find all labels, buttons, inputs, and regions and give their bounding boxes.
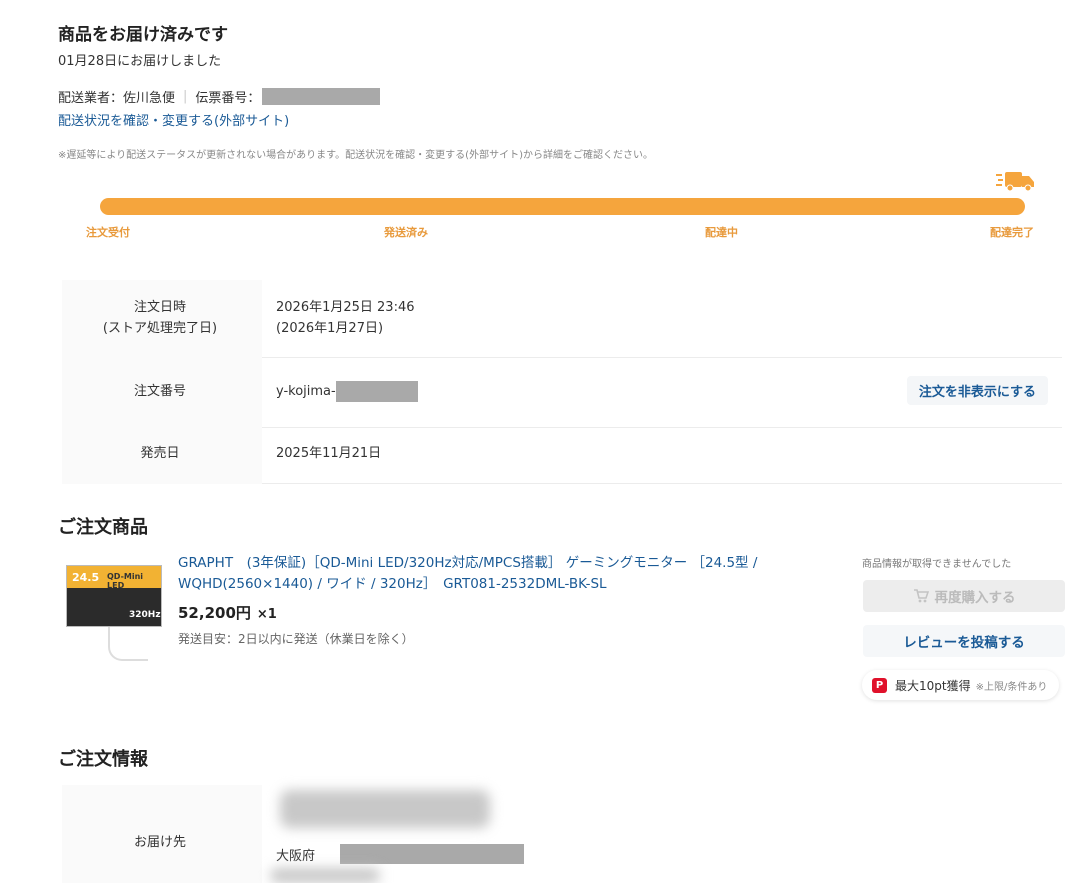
rebuy-button[interactable]: 再度購入する bbox=[863, 580, 1065, 612]
release-date-row: 発売日 2025年11月21日 bbox=[62, 428, 1062, 484]
order-date-label: 注文日時 (ストア処理完了日) bbox=[62, 297, 258, 339]
delivery-address-label: お届け先 bbox=[133, 835, 186, 850]
step-shipped: 発送済み bbox=[384, 226, 428, 239]
order-date-value: 2026年1月25日 23:46 (2026年1月27日) bbox=[276, 297, 415, 339]
tracking-notice: ※遅延等により配送ステータスが更新されない場合があります。配送状況を確認・変更す… bbox=[58, 150, 653, 161]
delivery-address-label-cell: お届け先 bbox=[62, 785, 262, 883]
delivery-progress-bar bbox=[100, 198, 1025, 215]
step-delivered: 配達完了 bbox=[990, 226, 1034, 239]
product-price: 52,200円 bbox=[178, 604, 251, 622]
delivered-date: 01月28日にお届けしました bbox=[58, 54, 222, 69]
write-review-button[interactable]: レビューを投稿する bbox=[863, 625, 1065, 657]
order-date-value-line2: (2026年1月27日) bbox=[276, 321, 384, 336]
tracking-number-redacted bbox=[262, 88, 381, 105]
truck-icon bbox=[996, 172, 1034, 192]
address-prefecture: 大阪府 bbox=[276, 849, 316, 864]
carrier-info: 配送業者：佐川急便 | 伝票番号： bbox=[58, 87, 381, 106]
separator: | bbox=[183, 89, 188, 104]
paypay-icon: P bbox=[872, 677, 887, 693]
order-info-title: ご注文情報 bbox=[58, 749, 148, 770]
step-order-received: 注文受付 bbox=[86, 226, 130, 239]
thumb-text-size: 24.5 bbox=[72, 571, 100, 584]
blurred-recipient-name bbox=[280, 790, 490, 828]
delivery-status-title: 商品をお届け済みです bbox=[58, 25, 228, 45]
thumb-text-hz: 320Hz bbox=[129, 610, 161, 620]
thumb-text-tech: QD-Mini LED bbox=[107, 572, 144, 590]
release-date-label: 発売日 bbox=[140, 446, 180, 461]
tracking-number-label: 伝票番号： bbox=[195, 91, 261, 106]
order-number-row: 注文番号 y-kojima- 注文を非表示にする bbox=[62, 358, 1062, 428]
product-quantity: ×1 bbox=[256, 607, 277, 622]
order-number-label: 注文番号 bbox=[133, 384, 186, 399]
hide-order-button[interactable]: 注文を非表示にする bbox=[906, 376, 1048, 405]
carrier-name: 配送業者：佐川急便 bbox=[58, 91, 176, 106]
points-conditions: ※上限/条件あり bbox=[975, 681, 1048, 693]
product-name-link[interactable]: GRAPHT (3年保証)［QD-Mini LED/320Hz対応/MPCS搭載… bbox=[178, 553, 842, 595]
product-image-stand bbox=[108, 627, 148, 661]
release-date-value: 2025年11月21日 bbox=[276, 446, 382, 461]
step-in-transit: 配達中 bbox=[705, 226, 738, 239]
cart-icon bbox=[913, 589, 929, 603]
blurred-address-line bbox=[270, 868, 380, 883]
product-price-line: 52,200円 ×1 bbox=[178, 602, 277, 623]
points-badge[interactable]: P 最大10pt獲得 ※上限/条件あり bbox=[862, 670, 1060, 700]
rebuy-button-label: 再度購入する bbox=[934, 590, 1016, 606]
order-date-label-line2: (ストア処理完了日) bbox=[102, 321, 218, 336]
product-image[interactable]: 24.5 QD-Mini LED 320Hz bbox=[66, 565, 162, 627]
product-info-unavailable: 商品情報が取得できませんでした bbox=[862, 559, 1012, 570]
shipping-estimate: 発送目安：2日以内に発送（休業日を除く） bbox=[178, 632, 414, 646]
order-number-prefix: y-kojima- bbox=[276, 384, 336, 399]
address-redacted bbox=[340, 844, 524, 864]
order-date-row: 注文日時 (ストア処理完了日) 2026年1月25日 23:46 (2026年1… bbox=[62, 280, 1062, 358]
points-text: 最大10pt獲得 bbox=[895, 678, 971, 693]
ordered-products-title: ご注文商品 bbox=[58, 517, 148, 538]
order-number-value: y-kojima- bbox=[276, 381, 418, 402]
order-number-redacted bbox=[335, 381, 418, 402]
tracking-link[interactable]: 配送状況を確認・変更する(外部サイト) bbox=[58, 110, 289, 129]
order-date-value-line1: 2026年1月25日 23:46 bbox=[276, 300, 415, 315]
order-date-label-line1: 注文日時 bbox=[133, 300, 186, 315]
